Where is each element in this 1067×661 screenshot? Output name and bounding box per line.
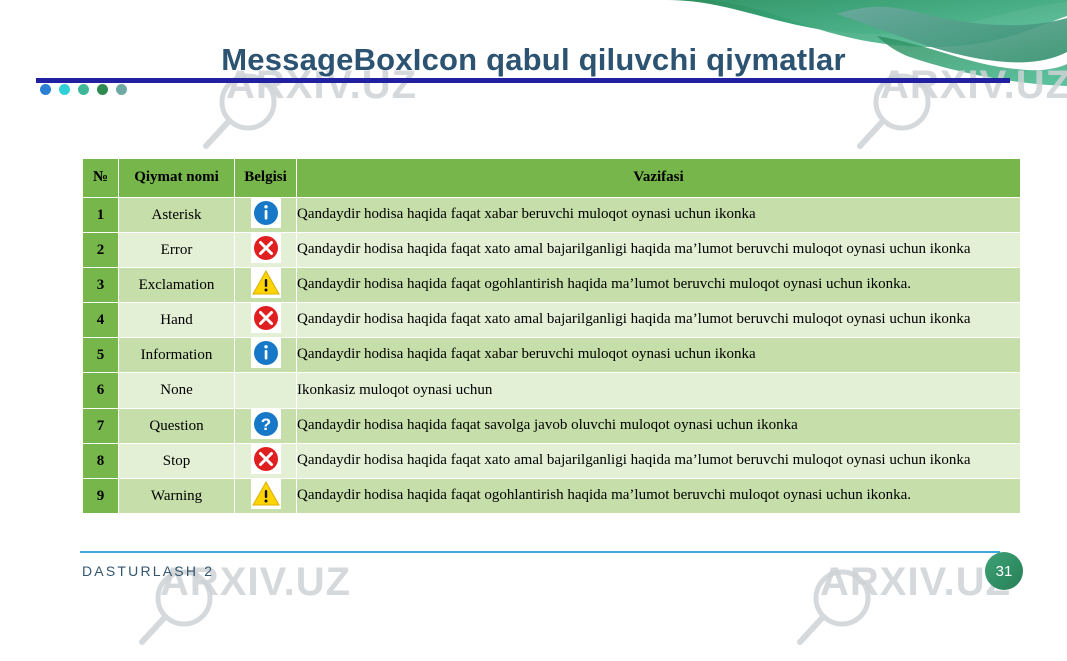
error-circle-icon	[250, 233, 281, 263]
value-description-cell: Qandaydir hodisa haqida faqat xato amal …	[296, 232, 1021, 268]
value-name-cell: Information	[118, 337, 235, 373]
value-name-cell: Error	[118, 232, 235, 268]
table-row: 4 Hand Qandaydir hodisa haqida faqat xato …	[82, 302, 1021, 338]
table-row: 5 Information Qandaydir hodisa haqida faqa…	[82, 337, 1021, 373]
table-row: 3 Exclamation Qandaydir hodisa haqida faqa…	[82, 267, 1021, 303]
value-name-cell: Warning	[118, 478, 235, 514]
value-description-cell: Qandaydir hodisa haqida faqat xabar beru…	[296, 337, 1021, 373]
info-circle-icon	[250, 198, 281, 228]
value-name-cell: Hand	[118, 302, 235, 338]
page-title: MessageBoxIcon qabul qiluvchi qiymatlar	[0, 44, 1067, 75]
value-name-cell: Asterisk	[118, 197, 235, 233]
info-circle-icon	[250, 338, 281, 368]
footer-divider	[80, 551, 1000, 553]
row-number-cell: 8	[82, 443, 119, 479]
value-description-cell: Qandaydir hodisa haqida faqat savolga ja…	[296, 408, 1021, 444]
decor-dot-5	[116, 84, 127, 95]
watermark-magnifier-icon-5	[132, 566, 222, 661]
value-description-cell: Qandaydir hodisa haqida faqat xabar beru…	[296, 197, 1021, 233]
value-description-cell: Qandaydir hodisa haqida faqat ogohlantir…	[296, 478, 1021, 514]
table-body: 1 Asterisk Qandaydir hodisa haqida faqat x…	[82, 197, 1021, 514]
value-description-cell: Ikonkasiz muloqot oynasi uchun	[296, 372, 1021, 409]
warning-triangle-icon	[250, 479, 281, 509]
value-name-cell: Stop	[118, 443, 235, 479]
decor-dot-1	[40, 84, 51, 95]
value-icon-cell	[234, 443, 297, 479]
row-number-cell: 2	[82, 232, 119, 268]
row-number-cell: 3	[82, 267, 119, 303]
value-icon-cell	[234, 337, 297, 373]
table-row: 6 None Ikonkasiz muloqot oynasi uchun	[82, 372, 1021, 409]
decor-dot-3	[78, 84, 89, 95]
row-number-cell: 1	[82, 197, 119, 233]
svg-text:?: ?	[260, 415, 270, 434]
column-header-name: Qiymat nomi	[118, 158, 235, 198]
table-row: 8 Stop Qandaydir hodisa haqida faqat xato …	[82, 443, 1021, 479]
row-number-cell: 5	[82, 337, 119, 373]
table-row: 7 Question? Qandaydir hodisa haqida faqat …	[82, 408, 1021, 444]
question-circle-icon: ?	[250, 409, 281, 439]
column-header-sign: Belgisi	[234, 158, 297, 198]
value-name-cell: None	[118, 372, 235, 409]
column-header-task: Vazifasi	[296, 158, 1021, 198]
row-number-cell: 4	[82, 302, 119, 338]
watermark-text-bottom-right: ARXIV.UZ	[820, 560, 1012, 604]
value-description-cell: Qandaydir hodisa haqida faqat xato amal …	[296, 443, 1021, 479]
error-circle-icon	[250, 303, 281, 333]
page-title-text: MessageBoxIcon qabul qiluvchi qiymatlar	[221, 42, 846, 77]
value-description-cell: Qandaydir hodisa haqida faqat xato amal …	[296, 302, 1021, 338]
watermark-magnifier-icon-2	[850, 70, 940, 165]
table-row: 2 Error Qandaydir hodisa haqida faqat xato…	[82, 232, 1021, 268]
decor-dot-2	[59, 84, 70, 95]
footer-course-label: DASTURLASH 2	[82, 563, 215, 579]
none-icon	[251, 373, 281, 403]
value-name-cell: Question	[118, 408, 235, 444]
value-icon-cell	[234, 372, 297, 409]
decorative-dot-row	[40, 84, 127, 95]
watermark-magnifier-icon-6	[790, 566, 880, 661]
title-underline-rule	[36, 78, 1010, 83]
value-description-cell: Qandaydir hodisa haqida faqat ogohlantir…	[296, 267, 1021, 303]
row-number-cell: 9	[82, 478, 119, 514]
value-icon-cell	[234, 267, 297, 303]
warning-triangle-icon	[250, 268, 281, 298]
value-icon-cell	[234, 197, 297, 233]
table-row: 1 Asterisk Qandaydir hodisa haqida faqat x…	[82, 197, 1021, 233]
table-row: 9 Warning Qandaydir hodisa haqida faqat og…	[82, 478, 1021, 514]
table-header-row: № Qiymat nomi Belgisi Vazifasi	[82, 158, 1021, 198]
value-icon-cell: ?	[234, 408, 297, 444]
row-number-cell: 7	[82, 408, 119, 444]
value-icon-cell	[234, 232, 297, 268]
value-icon-cell	[234, 302, 297, 338]
watermark-magnifier-icon	[196, 70, 286, 165]
column-header-no: №	[82, 158, 119, 198]
page-number-badge: 31	[985, 552, 1023, 590]
row-number-cell: 6	[82, 372, 119, 409]
value-name-cell: Exclamation	[118, 267, 235, 303]
value-icon-cell	[234, 478, 297, 514]
decor-dot-4	[97, 84, 108, 95]
error-circle-icon	[250, 444, 281, 474]
messageboxicon-values-table: № Qiymat nomi Belgisi Vazifasi 1 Asterisk…	[82, 158, 1021, 514]
